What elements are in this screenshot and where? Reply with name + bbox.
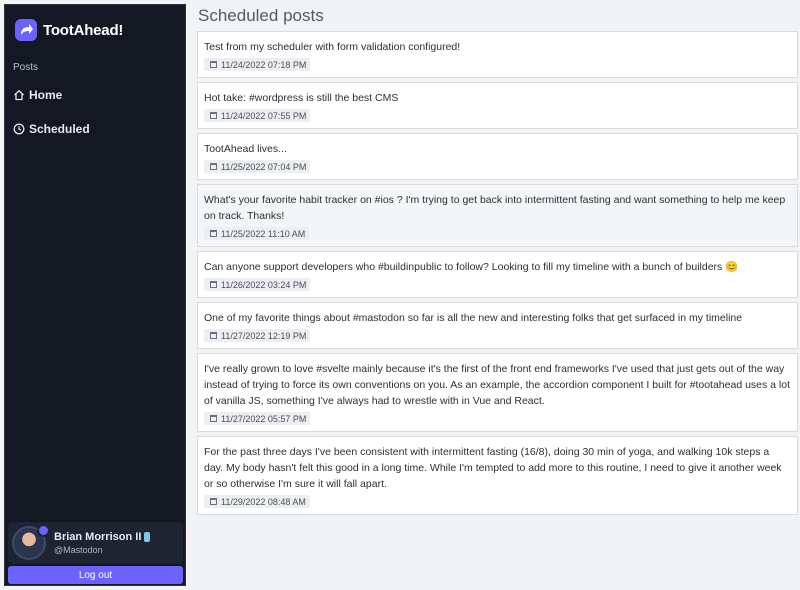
calendar-icon	[210, 415, 217, 422]
mastodon-badge-icon	[37, 524, 50, 537]
post-text: One of my favorite things about #mastodo…	[204, 312, 743, 324]
brand[interactable]: TootAhead!	[15, 17, 123, 43]
post-text: TootAhead lives...	[204, 143, 287, 155]
post-date-badge: 11/25/2022 11:10 AM	[204, 227, 310, 240]
post-date-badge: 11/26/2022 03:24 PM	[204, 278, 311, 291]
post-date-badge: 11/24/2022 07:55 PM	[204, 109, 311, 122]
nav-item-label: Scheduled	[29, 122, 90, 136]
clock-icon	[13, 123, 25, 135]
nav-item-home[interactable]: Home	[13, 83, 179, 107]
post-card[interactable]: I've really grown to love #svelte mainly…	[197, 353, 798, 432]
avatar	[12, 524, 50, 560]
post-text: For the past three days I've been consis…	[204, 446, 782, 490]
post-card[interactable]: Hot take: #wordpress is still the best C…	[197, 82, 798, 129]
post-date-badge: 11/25/2022 07:04 PM	[204, 160, 311, 173]
post-card[interactable]: Can anyone support developers who #build…	[197, 251, 798, 298]
calendar-icon	[210, 163, 217, 170]
post-text: What's your favorite habit tracker on #i…	[204, 194, 786, 222]
calendar-icon	[210, 230, 217, 237]
post-date: 11/25/2022 11:10 AM	[221, 228, 306, 239]
user-handle: @Mastodon	[54, 545, 103, 555]
post-date: 11/27/2022 05:57 PM	[221, 413, 307, 424]
calendar-icon	[210, 498, 217, 505]
post-text: Can anyone support developers who #build…	[204, 261, 739, 273]
post-date-badge: 11/27/2022 12:19 PM	[204, 329, 311, 342]
post-card[interactable]: Test from my scheduler with form validat…	[197, 31, 798, 78]
post-date: 11/27/2022 12:19 PM	[221, 330, 307, 341]
nav-item-label: Home	[29, 88, 63, 102]
page-title: Scheduled posts	[198, 6, 324, 25]
user-card[interactable]: Brian Morrison II @Mastodon	[8, 522, 183, 564]
post-date: 11/25/2022 07:04 PM	[221, 161, 307, 172]
post-card[interactable]: What's your favorite habit tracker on #i…	[197, 184, 798, 247]
sidebar: TootAhead! Posts Home Scheduled Brian Mo…	[4, 4, 186, 586]
post-date: 11/24/2022 07:18 PM	[221, 59, 307, 70]
nav-item-scheduled[interactable]: Scheduled	[13, 117, 179, 141]
post-text: I've really grown to love #svelte mainly…	[204, 363, 791, 407]
calendar-icon	[210, 61, 217, 68]
post-date: 11/26/2022 03:24 PM	[221, 279, 307, 290]
post-text: Hot take: #wordpress is still the best C…	[204, 92, 399, 104]
post-card[interactable]: For the past three days I've been consis…	[197, 436, 798, 515]
post-card[interactable]: One of my favorite things about #mastodo…	[197, 302, 798, 349]
post-date-badge: 11/27/2022 05:57 PM	[204, 412, 311, 425]
house-icon	[13, 89, 25, 101]
nav-heading: Posts	[13, 62, 39, 73]
post-list: Test from my scheduler with form validat…	[197, 31, 798, 519]
post-date: 11/29/2022 08:48 AM	[221, 496, 306, 507]
tootahead-logo-icon	[15, 19, 37, 41]
post-date-badge: 11/29/2022 08:48 AM	[204, 495, 310, 508]
flag-icon	[144, 532, 151, 542]
post-date-badge: 11/24/2022 07:18 PM	[204, 58, 311, 71]
logout-button[interactable]: Log out	[8, 566, 183, 584]
app-name: TootAhead!	[43, 21, 124, 39]
user-name: Brian Morrison II	[54, 531, 142, 543]
calendar-icon	[210, 332, 217, 339]
post-card[interactable]: TootAhead lives... 11/25/2022 07:04 PM	[197, 133, 798, 180]
calendar-icon	[210, 281, 217, 288]
calendar-icon	[210, 112, 217, 119]
post-date: 11/24/2022 07:55 PM	[221, 110, 307, 121]
post-text: Test from my scheduler with form validat…	[204, 41, 461, 53]
